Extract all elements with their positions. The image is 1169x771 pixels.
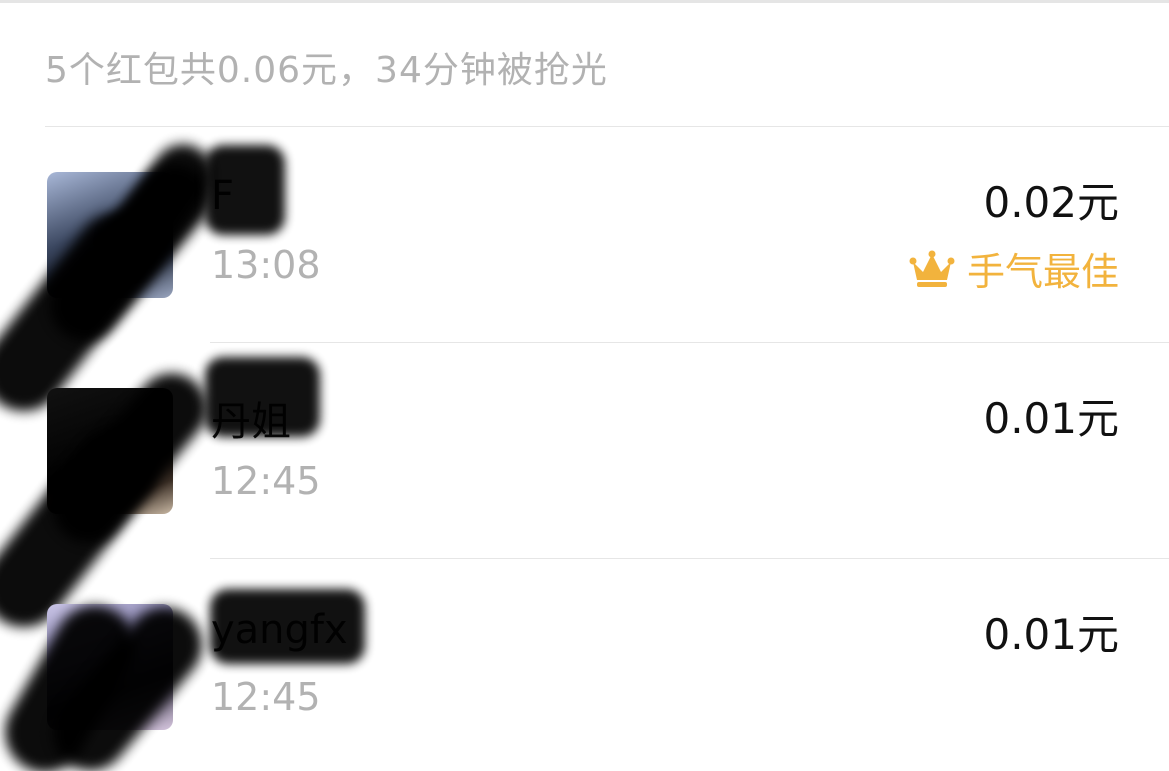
list-item[interactable]: yangfx 12:45 0.01元 [0, 559, 1169, 771]
grab-time: 12:45 [211, 459, 321, 503]
list-item[interactable]: 丹姐 12:45 0.01元 [0, 343, 1169, 644]
crown-icon [909, 250, 955, 288]
list-item[interactable]: F 13:08 0.02元 手气最佳 [0, 127, 1169, 428]
name-redaction [205, 145, 285, 235]
red-packet-summary: 5个红包共0.06元，34分钟被抢光 [45, 50, 608, 91]
best-luck-label: 手气最佳 [966, 250, 1119, 294]
name-redaction [205, 357, 320, 437]
best-luck-badge: 手气最佳 [909, 241, 1119, 296]
amount: 0.01元 [983, 610, 1119, 659]
grab-time: 12:45 [211, 675, 321, 719]
name-redaction [210, 589, 365, 664]
red-packet-detail-page: 5个红包共0.06元，34分钟被抢光 F 13:08 0.02元 手气最佳 [0, 0, 1169, 771]
amount: 0.01元 [983, 394, 1119, 443]
grab-time: 13:08 [211, 243, 321, 287]
amount: 0.02元 [983, 178, 1119, 227]
